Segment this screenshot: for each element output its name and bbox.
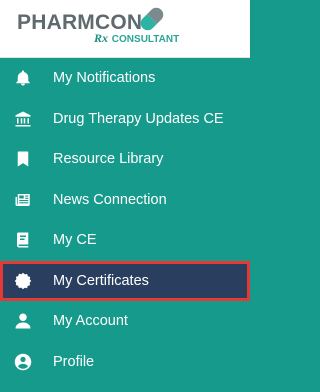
sidebar-item-label: Drug Therapy Updates CE bbox=[53, 110, 224, 127]
sidebar-item-label: Profile bbox=[53, 353, 95, 370]
user-icon bbox=[14, 312, 32, 330]
sidebar-item-label: Resource Library bbox=[53, 151, 164, 168]
sidebar-item-label: My Certificates bbox=[53, 272, 149, 289]
user-circle-icon bbox=[14, 353, 32, 371]
newspaper-icon bbox=[14, 191, 32, 209]
sidebar-item-my-ce[interactable]: My CE bbox=[0, 220, 250, 261]
sidebar-item-label: News Connection bbox=[53, 191, 167, 208]
sidebar-nav: My Notifications Drug Therapy Updates CE… bbox=[0, 58, 250, 382]
brand-logo-text: PHARMCON bbox=[17, 11, 143, 34]
bell-icon bbox=[14, 69, 32, 87]
sidebar-item-my-certificates[interactable]: My Certificates bbox=[0, 260, 250, 301]
sidebar-item-label: My Account bbox=[53, 313, 128, 330]
sidebar-item-drug-therapy-updates-ce[interactable]: Drug Therapy Updates CE bbox=[0, 99, 250, 140]
certificate-icon bbox=[14, 272, 32, 290]
sidebar-item-label: My Notifications bbox=[53, 70, 156, 87]
book-icon bbox=[14, 231, 32, 249]
sidebar-item-label: My CE bbox=[53, 232, 97, 249]
sidebar-item-my-notifications[interactable]: My Notifications bbox=[0, 58, 250, 99]
brand-subtitle-text: CONSULTANT bbox=[111, 34, 180, 45]
sidebar-item-my-account[interactable]: My Account bbox=[0, 301, 250, 342]
sidebar-item-news-connection[interactable]: News Connection bbox=[0, 180, 250, 221]
rx-symbol: Rx bbox=[94, 31, 109, 45]
sidebar-item-resource-library[interactable]: Resource Library bbox=[0, 139, 250, 180]
header: PHARMCON Rx CONSULTANT bbox=[0, 0, 250, 58]
sidebar-item-profile[interactable]: Profile bbox=[0, 342, 250, 383]
institution-icon bbox=[14, 110, 32, 128]
brand-subtitle: Rx CONSULTANT bbox=[94, 32, 179, 46]
bookmark-icon bbox=[14, 150, 32, 168]
